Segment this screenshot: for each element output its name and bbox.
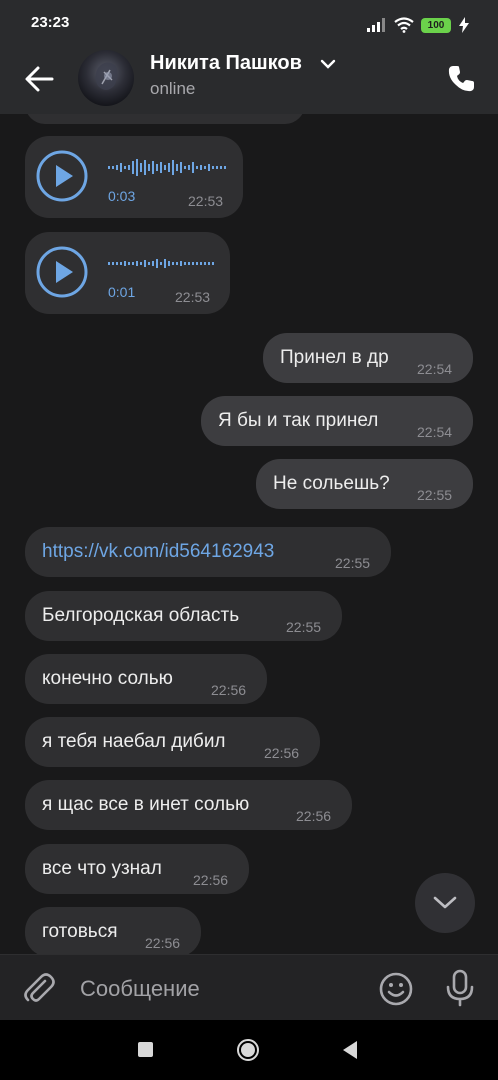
home-icon[interactable] (236, 1038, 260, 1062)
chat-header: Никита Пашков online (0, 48, 498, 114)
message-time: 22:56 (211, 682, 247, 698)
incoming-message[interactable]: готовься 22:56 (25, 907, 201, 954)
play-icon[interactable] (36, 246, 88, 298)
outgoing-message[interactable]: Я бы и так принел 22:54 (201, 396, 473, 446)
microphone-icon[interactable] (442, 969, 478, 1007)
charging-icon (459, 17, 469, 33)
message-link[interactable]: https://vk.com/id564162943 (42, 541, 274, 563)
contact-name[interactable]: Никита Пашков (150, 52, 302, 75)
back-arrow-icon[interactable] (22, 62, 56, 96)
play-icon[interactable] (36, 150, 88, 202)
voice-message[interactable]: 0:03 22:53 (25, 136, 243, 218)
scroll-to-bottom-button[interactable] (415, 873, 475, 933)
wifi-icon (394, 17, 414, 33)
incoming-message[interactable]: я щас все в инет солью 22:56 (25, 780, 352, 830)
message-text: все что узнал (42, 858, 162, 879)
voice-message[interactable]: 0:01 22:53 (25, 232, 230, 314)
message-time: 22:55 (335, 555, 371, 571)
message-text: Белгородская область (42, 605, 240, 626)
system-navigation-bar (0, 1020, 498, 1080)
message-time: 22:56 (264, 745, 300, 761)
chevron-down-icon[interactable] (320, 58, 336, 70)
message-text: Принел в др (280, 347, 389, 368)
message-text: готовься (42, 921, 118, 942)
message-bubble-partial (25, 114, 305, 124)
nav-back-icon[interactable] (341, 1040, 359, 1060)
emoji-icon[interactable] (378, 971, 414, 1007)
voice-duration: 0:01 (108, 284, 136, 300)
recent-apps-icon[interactable] (138, 1042, 153, 1057)
voice-waveform[interactable] (108, 252, 218, 274)
message-text: я щас все в инет солью (42, 794, 250, 815)
voice-duration: 0:03 (108, 188, 136, 204)
phone-icon[interactable] (444, 62, 478, 96)
message-time: 22:55 (417, 487, 453, 503)
incoming-message[interactable]: конечно солью 22:56 (25, 654, 267, 704)
paperclip-icon[interactable] (21, 971, 57, 1007)
incoming-message[interactable]: Белгородская область 22:55 (25, 591, 342, 641)
battery-icon: 100 (421, 17, 451, 33)
outgoing-message[interactable]: Не сольешь? 22:55 (256, 459, 473, 509)
signal-icon (367, 18, 385, 32)
message-text: Не сольешь? (273, 473, 390, 494)
status-time: 23:23 (31, 14, 70, 31)
message-time: 22:54 (417, 424, 453, 440)
message-time: 22:55 (286, 619, 322, 635)
message-time: 22:53 (188, 193, 224, 209)
message-time: 22:56 (145, 935, 181, 951)
incoming-message[interactable]: я тебя наебал дибил 22:56 (25, 717, 320, 767)
message-text: Я бы и так принел (218, 410, 379, 431)
message-time: 22:56 (296, 808, 332, 824)
contact-status: online (150, 79, 196, 98)
status-icons: 100 (367, 15, 470, 35)
message-text: конечно солью (42, 668, 173, 689)
message-input[interactable] (78, 969, 362, 1009)
contact-avatar[interactable] (78, 50, 134, 106)
message-time: 22:56 (193, 872, 229, 888)
outgoing-message[interactable]: Принел в др 22:54 (263, 333, 473, 383)
message-time: 22:54 (417, 361, 453, 377)
status-bar: 23:23 100 (0, 0, 498, 48)
message-composer (0, 954, 498, 1021)
message-time: 22:53 (175, 289, 211, 305)
message-list[interactable]: 0:03 22:53 0:01 22:53 Принел в др 22:54 … (0, 114, 498, 954)
incoming-message[interactable]: https://vk.com/id564162943 22:55 (25, 527, 391, 577)
message-text: я тебя наебал дибил (42, 731, 226, 752)
voice-waveform[interactable] (108, 156, 230, 178)
chevron-down-icon (433, 896, 457, 909)
incoming-message[interactable]: все что узнал 22:56 (25, 844, 249, 894)
